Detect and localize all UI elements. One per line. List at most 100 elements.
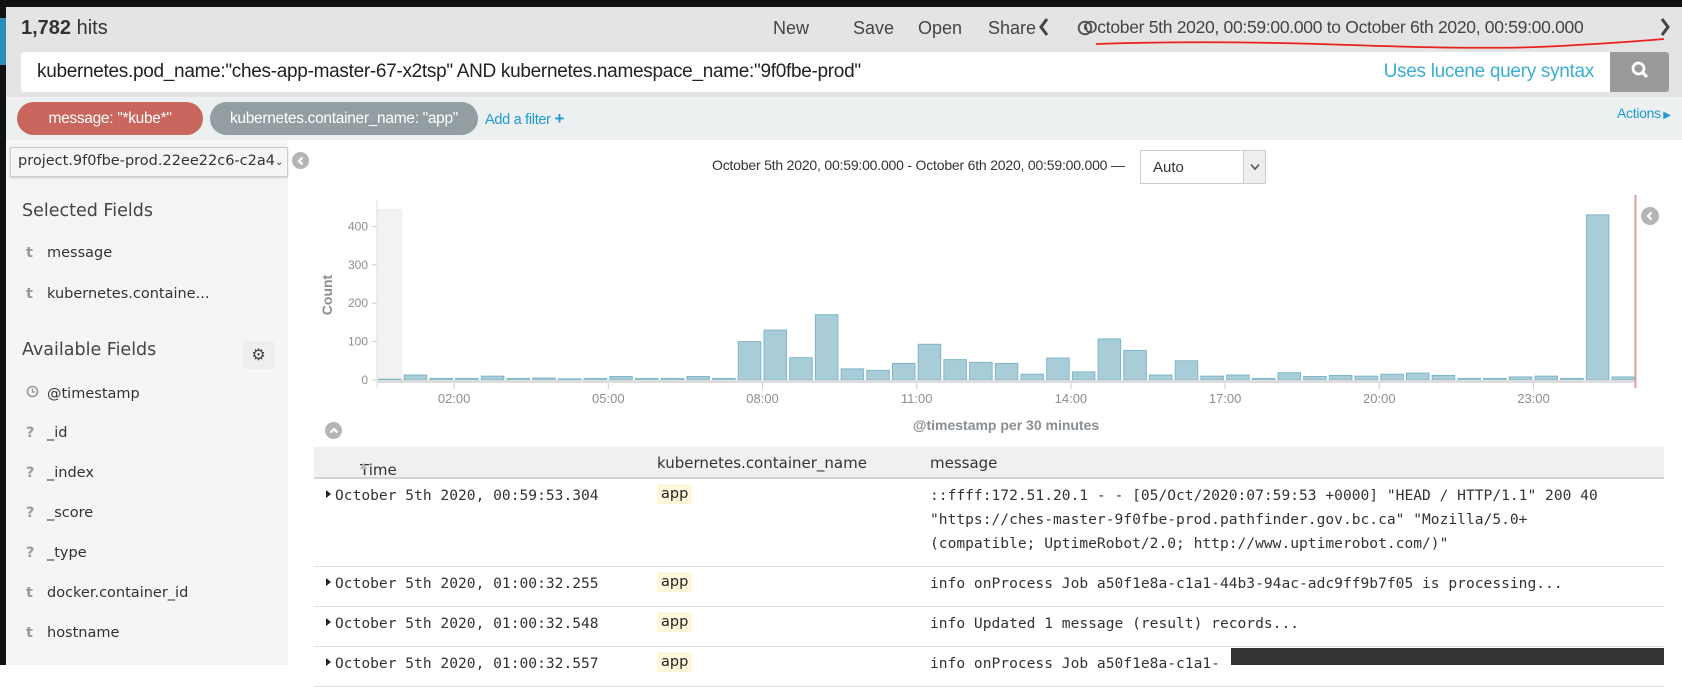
chevron-down-icon: [1243, 151, 1265, 183]
time-picker-range[interactable]: October 5th 2020, 00:59:00.000 to Octobe…: [1084, 17, 1584, 38]
histogram-bar[interactable]: [1457, 377, 1481, 381]
histogram-bar[interactable]: [1585, 214, 1610, 381]
field-settings-button[interactable]: ⚙: [242, 341, 275, 369]
index-pattern-select[interactable]: project.9f0fbe-prod.22ee22c6-c2a4⌄: [10, 147, 288, 177]
actions-label: Actions: [1617, 105, 1661, 121]
table-row[interactable]: October 5th 2020, 00:59:53.304 app::ffff:…: [314, 479, 1664, 567]
histogram-bar[interactable]: [455, 377, 479, 381]
expand-row-icon[interactable]: [326, 490, 331, 498]
table-row[interactable]: October 5th 2020, 01:00:32.255 app info on…: [314, 567, 1664, 607]
histogram-bar[interactable]: [1251, 377, 1276, 381]
histogram-bar[interactable]: [1020, 373, 1044, 381]
unknown-type-icon: ?: [26, 505, 35, 521]
histogram-bar[interactable]: [1200, 375, 1224, 381]
string-type-icon: t: [26, 286, 33, 302]
histogram-bar[interactable]: [557, 378, 582, 381]
selected-field-item[interactable]: t kubernetes.containe...: [26, 286, 209, 302]
available-field-item[interactable]: t hostname: [26, 625, 119, 641]
histogram-bar[interactable]: [892, 362, 916, 381]
search-query-value[interactable]: kubernetes.pod_name:"ches-app-master-67-…: [37, 61, 861, 83]
histogram-bar[interactable]: [1611, 376, 1636, 381]
histogram-bar[interactable]: [1354, 375, 1379, 381]
unknown-type-icon: ?: [26, 465, 35, 481]
y-tick-label: 0: [361, 373, 368, 387]
histogram-bar[interactable]: [635, 377, 659, 381]
histogram-bar[interactable]: [1508, 376, 1533, 381]
histogram-bar[interactable]: [866, 369, 890, 381]
histogram-bar[interactable]: [1328, 374, 1353, 381]
histogram-bar[interactable]: [1071, 371, 1096, 381]
histogram-bar[interactable]: [1277, 372, 1301, 381]
table-row[interactable]: October 5th 2020, 01:00:32.548 app info Up…: [314, 607, 1664, 647]
histogram-bar[interactable]: [686, 376, 710, 381]
histogram-bar[interactable]: [1560, 377, 1584, 381]
new-button[interactable]: New: [773, 18, 809, 39]
histogram-bar[interactable]: [917, 343, 942, 381]
hits-number: 1,782: [21, 17, 72, 39]
filter-pill-container-name[interactable]: kubernetes.container_name: "app": [210, 102, 478, 135]
histogram-bar[interactable]: [1226, 374, 1250, 381]
y-tick-label: 100: [348, 335, 368, 349]
histogram-bar[interactable]: [1380, 373, 1404, 381]
histogram-bar[interactable]: [814, 314, 839, 381]
lucene-syntax-link[interactable]: Uses lucene query syntax: [1384, 61, 1595, 83]
expand-row-icon[interactable]: [326, 578, 331, 586]
histogram-bar[interactable]: [1046, 357, 1070, 381]
histogram-bar[interactable]: [532, 377, 556, 381]
histogram-bar[interactable]: [712, 377, 736, 381]
available-field-item[interactable]: ? _index: [26, 465, 94, 481]
time-forward-chevron-icon[interactable]: [1659, 16, 1671, 43]
column-header-container-name[interactable]: kubernetes.container_name: [657, 454, 867, 472]
search-button[interactable]: [1610, 52, 1669, 92]
histogram-bar[interactable]: [1431, 374, 1456, 381]
histogram-bar[interactable]: [506, 377, 530, 381]
collapse-chart-icon[interactable]: [1641, 207, 1659, 225]
histogram-bar[interactable]: [1123, 349, 1147, 381]
column-header-message[interactable]: message: [930, 454, 997, 472]
histogram-bar[interactable]: [583, 377, 608, 381]
x-tick-label: 05:00: [592, 391, 625, 406]
collapse-histogram-icon[interactable]: [325, 422, 342, 439]
selected-field-item[interactable]: t message: [26, 245, 112, 261]
histogram-bar[interactable]: [943, 359, 967, 381]
histogram-bar[interactable]: [609, 376, 633, 381]
histogram-bar[interactable]: [378, 378, 402, 381]
histogram-bar[interactable]: [789, 357, 813, 381]
histogram-bar[interactable]: [429, 377, 453, 381]
histogram-bar[interactable]: [403, 374, 428, 381]
histogram-bar[interactable]: [840, 368, 865, 381]
available-field-item[interactable]: @timestamp: [26, 385, 140, 402]
collapse-sidebar-icon[interactable]: [292, 152, 309, 169]
histogram-bar[interactable]: [1149, 374, 1173, 381]
interval-select[interactable]: Auto: [1140, 150, 1266, 184]
row-container-name: app: [657, 484, 693, 504]
histogram-bar[interactable]: [1174, 360, 1199, 381]
histogram-bar[interactable]: [1534, 375, 1558, 381]
actions-link[interactable]: Actions ▶: [1617, 105, 1671, 121]
expand-row-icon[interactable]: [326, 618, 331, 626]
available-field-item[interactable]: ? _type: [26, 545, 87, 561]
histogram-bar[interactable]: [763, 329, 787, 381]
histogram-bar[interactable]: [1406, 372, 1430, 381]
search-query-input[interactable]: kubernetes.pod_name:"ches-app-master-67-…: [21, 52, 1610, 92]
time-back-chevron-icon[interactable]: [1038, 16, 1050, 43]
plus-icon: +: [554, 109, 565, 128]
histogram-bar[interactable]: [994, 362, 1019, 381]
available-field-item[interactable]: t docker.container_id: [26, 585, 188, 601]
row-container-name: app: [657, 652, 693, 672]
sort-ascending-icon[interactable]: ▲: [360, 461, 367, 471]
histogram-bar[interactable]: [660, 377, 685, 381]
open-button[interactable]: Open: [918, 18, 962, 39]
add-filter-link[interactable]: Add a filter +: [485, 109, 564, 129]
y-tick-label: 300: [348, 258, 368, 272]
histogram-bar[interactable]: [1097, 338, 1122, 381]
histogram-bar[interactable]: [1483, 377, 1507, 381]
available-field-item[interactable]: ? _score: [26, 505, 93, 521]
filter-pill-message[interactable]: message: "*kube*": [17, 102, 203, 135]
histogram-bar[interactable]: [480, 375, 505, 381]
histogram-bar[interactable]: [1303, 376, 1327, 381]
share-button[interactable]: Share: [988, 18, 1036, 39]
histogram-bar[interactable]: [737, 341, 762, 381]
histogram-bar[interactable]: [969, 361, 993, 381]
save-button[interactable]: Save: [853, 18, 894, 39]
